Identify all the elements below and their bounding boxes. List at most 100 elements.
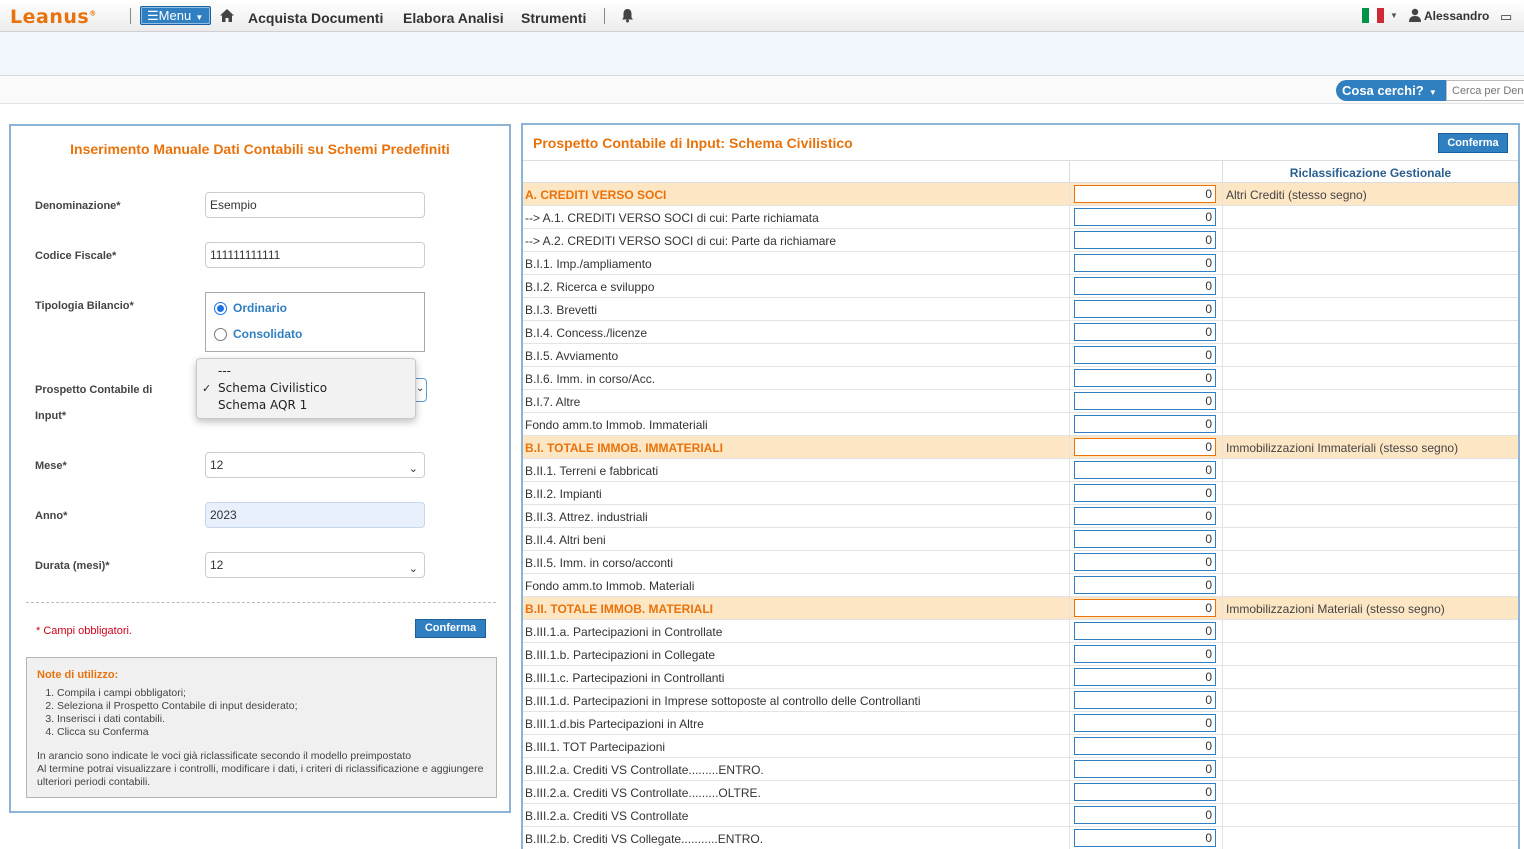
italian-flag-icon[interactable]	[1362, 8, 1384, 23]
row-mapping: Immobilizzazioni Immateriali (stesso seg…	[1226, 441, 1459, 455]
prospetto-dropdown[interactable]: --- ✓ Schema Civilistico Schema AQR 1	[196, 358, 416, 419]
table-row: Fondo amm.to Immob. Materiali 0	[523, 574, 1518, 597]
usage-notes: Note di utilizzo: Compila i campi obblig…	[26, 657, 497, 798]
table-row: B.I.1. Imp./ampliamento 0	[523, 252, 1518, 275]
prospetto-title: Prospetto Contabile di Input: Schema Civ…	[533, 135, 853, 151]
row-label: B.I.1. Imp./ampliamento	[525, 257, 652, 271]
chevron-down-icon: ⌄	[408, 563, 418, 575]
home-icon[interactable]	[219, 8, 235, 23]
row-value-input[interactable]: 0	[1074, 438, 1216, 456]
table-row: B.I.5. Avviamento 0	[523, 344, 1518, 367]
row-value-input[interactable]: 0	[1074, 829, 1216, 847]
row-value-input[interactable]: 0	[1074, 645, 1216, 663]
codice-fiscale-input[interactable]: 111111111111	[205, 242, 425, 268]
row-value-input[interactable]: 0	[1074, 737, 1216, 755]
anno-input[interactable]: 2023	[205, 502, 425, 528]
row-value-input[interactable]: 0	[1074, 208, 1216, 226]
row-value-input[interactable]: 0	[1074, 806, 1216, 824]
row-label: B.III.1.d.bis Partecipazioni in Altre	[525, 717, 704, 731]
row-value-input[interactable]: 0	[1074, 599, 1216, 617]
row-label: Fondo amm.to Immob. Immateriali	[525, 418, 708, 432]
row-value-input[interactable]: 0	[1074, 231, 1216, 249]
dropdown-option[interactable]: Schema AQR 1	[218, 398, 307, 412]
caret-down-icon: ▼	[1426, 88, 1437, 97]
row-label: B.III.2.b. Crediti VS Collegate.........…	[525, 832, 764, 846]
form-panel: Inserimento Manuale Dati Contabili su Sc…	[9, 124, 511, 813]
row-value-input[interactable]: 0	[1074, 714, 1216, 732]
user-menu[interactable]: Alessandro	[1424, 9, 1489, 23]
table-row: B.II.5. Imm. in corso/acconti 0	[523, 551, 1518, 574]
sub-header	[0, 32, 1524, 76]
form-confirm-button[interactable]: Conferma	[415, 619, 486, 638]
dropdown-option[interactable]: ---	[218, 364, 231, 378]
row-value-input[interactable]: 0	[1074, 346, 1216, 364]
radio-ordinario[interactable]: Ordinario	[214, 301, 287, 315]
row-label: --> A.2. CREDITI VERSO SOCI di cui: Part…	[525, 234, 837, 248]
row-label: B.II.2. Impianti	[525, 487, 602, 501]
mese-select[interactable]: 12 ⌄	[205, 452, 425, 478]
table-row: B.III.1.d.bis Partecipazioni in Altre 0	[523, 712, 1518, 735]
row-label: B.III.1.c. Partecipazioni in Controllant…	[525, 671, 725, 685]
notes-title: Note di utilizzo:	[37, 669, 119, 681]
bell-icon[interactable]	[620, 8, 635, 23]
row-label: B.I.3. Brevetti	[525, 303, 598, 317]
prospetto-panel: Prospetto Contabile di Input: Schema Civ…	[521, 123, 1520, 849]
row-value-input[interactable]: 0	[1074, 369, 1216, 387]
radio-consolidato[interactable]: Consolidato	[214, 327, 302, 341]
notes-step: Seleziona il Prospetto Contabile di inpu…	[57, 700, 298, 713]
row-label: B.III.1.b. Partecipazioni in Collegate	[525, 648, 716, 662]
row-value-input[interactable]: 0	[1074, 553, 1216, 571]
row-value-input[interactable]: 0	[1074, 783, 1216, 801]
row-value-input[interactable]: 0	[1074, 277, 1216, 295]
row-label: B.I.7. Altre	[525, 395, 581, 409]
search-input[interactable]	[1446, 80, 1524, 101]
leanus-logo[interactable]: Leanus®	[10, 6, 97, 28]
durata-label: Durata (mesi)*	[35, 560, 110, 572]
user-icon	[1409, 8, 1421, 22]
row-value-input[interactable]: 0	[1074, 415, 1216, 433]
cosa-cerchi-button[interactable]: Cosa cerchi? ▼	[1336, 80, 1446, 101]
anno-label: Anno*	[35, 510, 68, 522]
denominazione-input[interactable]: Esempio	[205, 192, 425, 218]
row-label: B.III.1.a. Partecipazioni in Controllate	[525, 625, 723, 639]
row-label: B.I.4. Concess./licenze	[525, 326, 648, 340]
notes-steps: Compila i campi obbligatori; Seleziona i…	[57, 687, 298, 739]
prospetto-select[interactable]: ⌄	[415, 378, 427, 402]
row-value-input[interactable]: 0	[1074, 185, 1216, 203]
table-row: B.I.2. Ricerca e sviluppo 0	[523, 275, 1518, 298]
row-value-input[interactable]: 0	[1074, 530, 1216, 548]
row-value-input[interactable]: 0	[1074, 392, 1216, 410]
durata-select[interactable]: 12 ⌄	[205, 552, 425, 578]
radio-button-checked[interactable]	[214, 301, 227, 315]
row-value-input[interactable]: 0	[1074, 622, 1216, 640]
row-label: B.I.2. Ricerca e sviluppo	[525, 280, 655, 294]
nav-acquista-documenti[interactable]: Acquista Documenti	[248, 10, 383, 26]
row-value-input[interactable]: 0	[1074, 323, 1216, 341]
row-value-input[interactable]: 0	[1074, 254, 1216, 272]
notes-step: Clicca su Conferma	[57, 726, 298, 739]
row-value-input[interactable]: 0	[1074, 507, 1216, 525]
row-value-input[interactable]: 0	[1074, 668, 1216, 686]
caret-down-icon[interactable]: ▼	[1390, 11, 1398, 20]
codice-fiscale-label: Codice Fiscale*	[35, 250, 117, 262]
prospetto-label: Prospetto Contabile di	[35, 384, 153, 396]
radio-button[interactable]	[214, 327, 227, 341]
dropdown-option-selected[interactable]: Schema Civilistico	[218, 381, 327, 395]
row-label: B.III.2.a. Crediti VS Controllate.......…	[525, 786, 761, 800]
nav-elabora-analisi[interactable]: Elabora Analisi	[403, 10, 504, 26]
row-value-input[interactable]: 0	[1074, 691, 1216, 709]
prospetto-confirm-button[interactable]: Conferma	[1438, 133, 1508, 153]
menu-button[interactable]: ☰Menu ▼	[140, 6, 211, 25]
row-label: B.III.1. TOT Partecipazioni	[525, 740, 666, 754]
row-mapping: Immobilizzazioni Materiali (stesso segno…	[1226, 602, 1445, 616]
row-label: B.III.2.a. Crediti VS Controllate	[525, 809, 689, 823]
credit-card-icon[interactable]: ▭	[1500, 9, 1512, 25]
nav-strumenti[interactable]: Strumenti	[521, 10, 586, 26]
row-value-input[interactable]: 0	[1074, 300, 1216, 318]
row-value-input[interactable]: 0	[1074, 484, 1216, 502]
table-row: B.I.7. Altre 0	[523, 390, 1518, 413]
row-value-input[interactable]: 0	[1074, 760, 1216, 778]
table-row: B.III.2.a. Crediti VS Controllate.......…	[523, 758, 1518, 781]
row-value-input[interactable]: 0	[1074, 576, 1216, 594]
row-value-input[interactable]: 0	[1074, 461, 1216, 479]
